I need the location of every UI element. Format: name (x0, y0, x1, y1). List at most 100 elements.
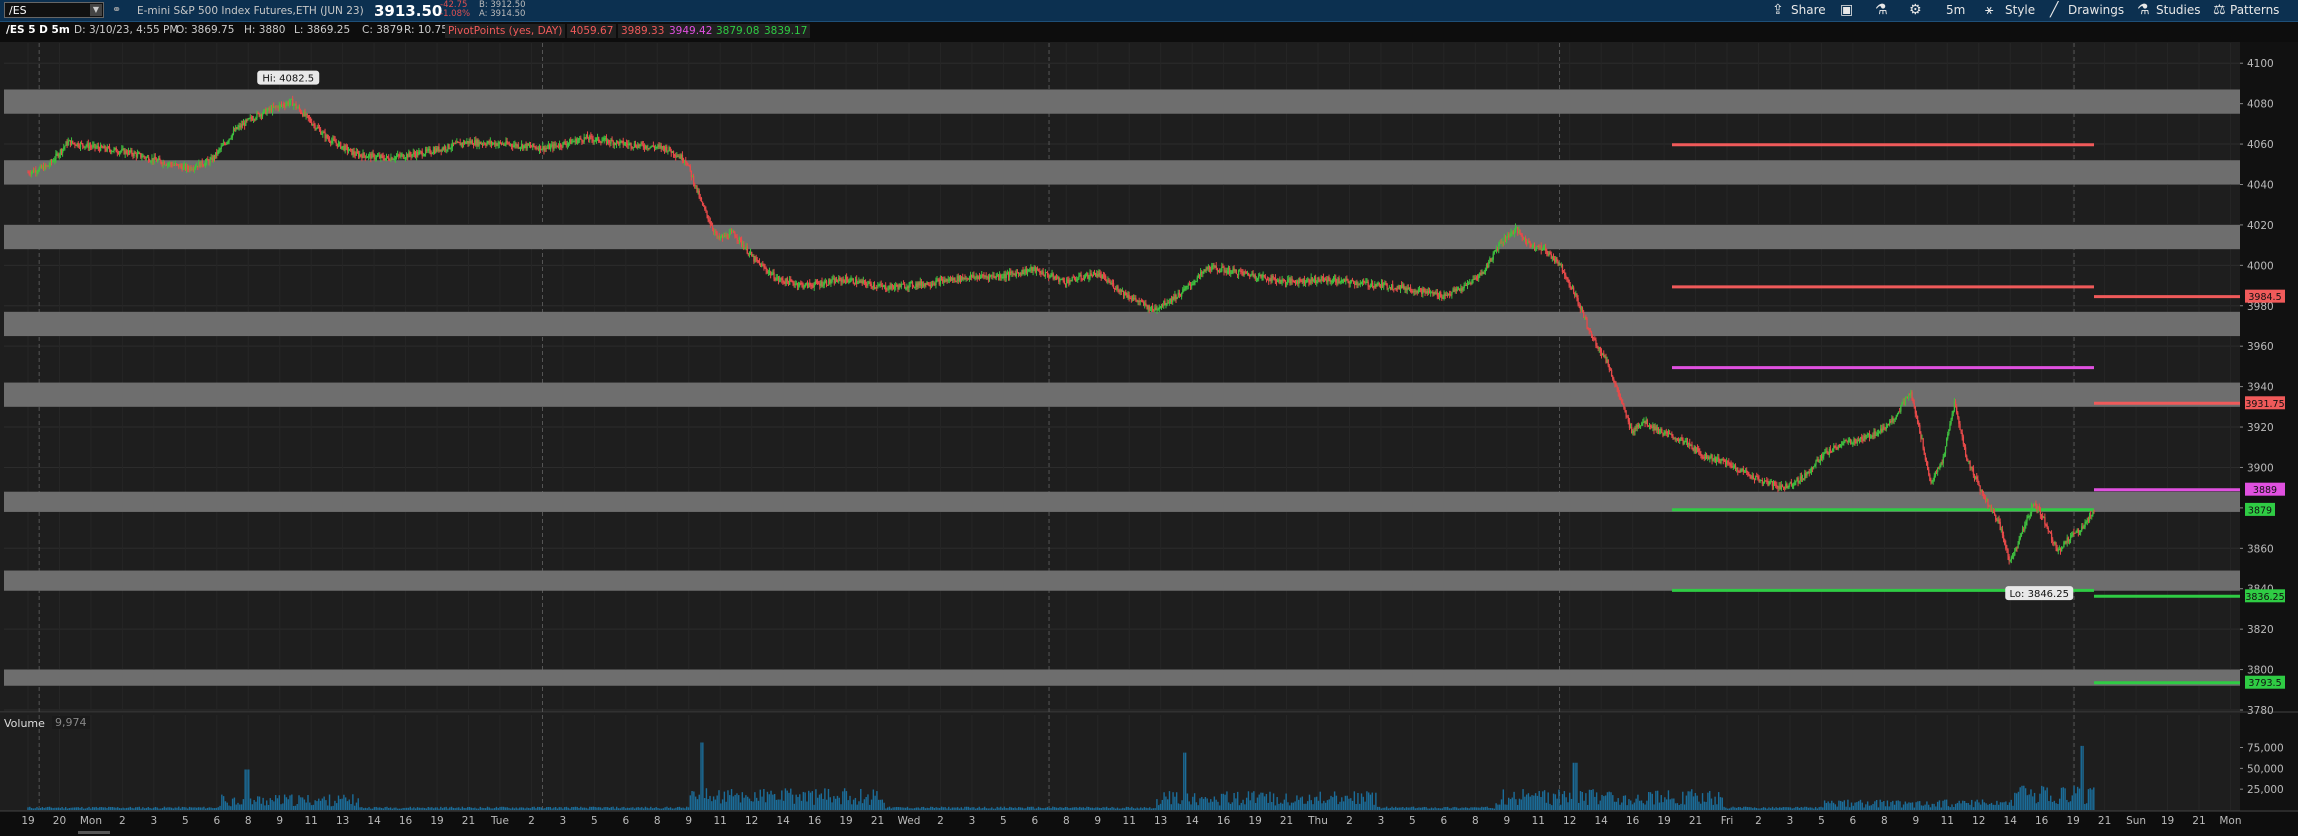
candle-body (137, 153, 140, 155)
candle-body (331, 140, 333, 143)
candle-body (2025, 521, 2027, 526)
volume-bar (253, 799, 255, 810)
candle-body (1546, 250, 1548, 255)
volume-bar (1421, 807, 1424, 810)
volume-bar (574, 806, 577, 810)
candle-body (527, 143, 530, 146)
candle-body (1782, 486, 1785, 488)
candle-body (959, 275, 962, 281)
candle-body (1369, 286, 1372, 288)
volume-bar (1082, 807, 1085, 810)
candle-body (1540, 245, 1542, 251)
volume-bar (556, 808, 559, 810)
candle-body (1827, 452, 1829, 455)
volume-bar (621, 807, 623, 810)
candle-body (173, 164, 175, 166)
candle-body (193, 167, 196, 170)
volume-bar (203, 806, 205, 810)
candle-body (2006, 548, 2008, 550)
candle-body (1899, 411, 1901, 413)
volume-bar (1037, 806, 1040, 810)
volume-bar (1394, 806, 1397, 810)
candle-body (940, 278, 943, 280)
candle-body (1270, 278, 1272, 282)
candle-body (1368, 286, 1370, 288)
volume-bar (1520, 799, 1522, 810)
candle-body (1208, 265, 1211, 270)
volume-bar (1434, 807, 1436, 810)
volume-bar (578, 808, 580, 810)
candle-body (1097, 273, 1099, 276)
candle-body (1116, 286, 1118, 290)
candle-body (1068, 280, 1070, 284)
candle-body (1895, 415, 1898, 419)
candle-body (1031, 266, 1033, 272)
candle-body (1608, 365, 1611, 370)
volume-bar (495, 806, 498, 810)
candle-body (1518, 230, 1520, 234)
candle-body (990, 275, 992, 277)
volume-bar (368, 807, 370, 810)
candle-body (634, 143, 637, 147)
candle-body (210, 157, 212, 160)
candle-body (1957, 412, 1959, 418)
volume-bar (273, 801, 275, 810)
candle-body (478, 141, 480, 146)
candle-body (929, 285, 932, 287)
candle-body (1040, 273, 1042, 275)
candle-body (1761, 479, 1764, 484)
volume-bar (1373, 804, 1375, 810)
candle-body (164, 164, 167, 166)
volume-bar (77, 807, 79, 810)
volume-bar (1466, 807, 1469, 810)
volume-bar (1335, 795, 1338, 810)
candle-body (743, 244, 745, 249)
candle-body (1822, 456, 1824, 459)
volume-bar (1312, 804, 1314, 810)
candle-body (1639, 425, 1642, 427)
volume-bar (48, 806, 51, 810)
candle-body (854, 279, 857, 285)
candle-body (1817, 459, 1819, 463)
candle-body (889, 285, 891, 290)
candle-body (1694, 446, 1697, 453)
candle-body (1269, 278, 1271, 282)
candle-body (1603, 353, 1605, 357)
candle-body (541, 149, 543, 151)
volume-bar (486, 806, 489, 810)
candle-body (1096, 273, 1098, 277)
candle-body (1450, 294, 1452, 296)
candle-body (1839, 445, 1842, 447)
candle-body (804, 283, 806, 287)
candle-body (825, 281, 828, 285)
volume-bar (122, 807, 124, 810)
volume-bar (1080, 807, 1083, 810)
candle-body (2068, 539, 2071, 542)
candle-body (1174, 294, 1176, 300)
candle-body (1491, 259, 1493, 261)
volume-bar (54, 807, 56, 810)
volume-bar (992, 808, 995, 810)
volume-bar (1129, 807, 1131, 810)
volume-bar (669, 807, 672, 810)
candle-body (923, 284, 925, 287)
candle-body (146, 156, 149, 158)
candle-body (1986, 499, 1988, 502)
candle-body (1701, 455, 1703, 457)
candle-body (1664, 431, 1666, 434)
candle-body (1807, 471, 1809, 473)
candle-body (870, 283, 872, 287)
volume-bar (1710, 798, 1713, 810)
volume-bar (1590, 789, 1592, 810)
candle-body (1407, 287, 1410, 290)
candle-body (916, 283, 918, 288)
candle-body (1098, 272, 1100, 276)
candle-body (404, 157, 407, 159)
volume-bar (1165, 796, 1167, 810)
candle-body (472, 144, 475, 146)
price-chart[interactable]: Hi: 4082.5Lo: 3846.254100408040604040402… (0, 0, 2298, 836)
candle-body (761, 264, 763, 267)
candle-body (1156, 309, 1158, 311)
candle-body (704, 206, 706, 210)
candle-body (46, 165, 48, 167)
